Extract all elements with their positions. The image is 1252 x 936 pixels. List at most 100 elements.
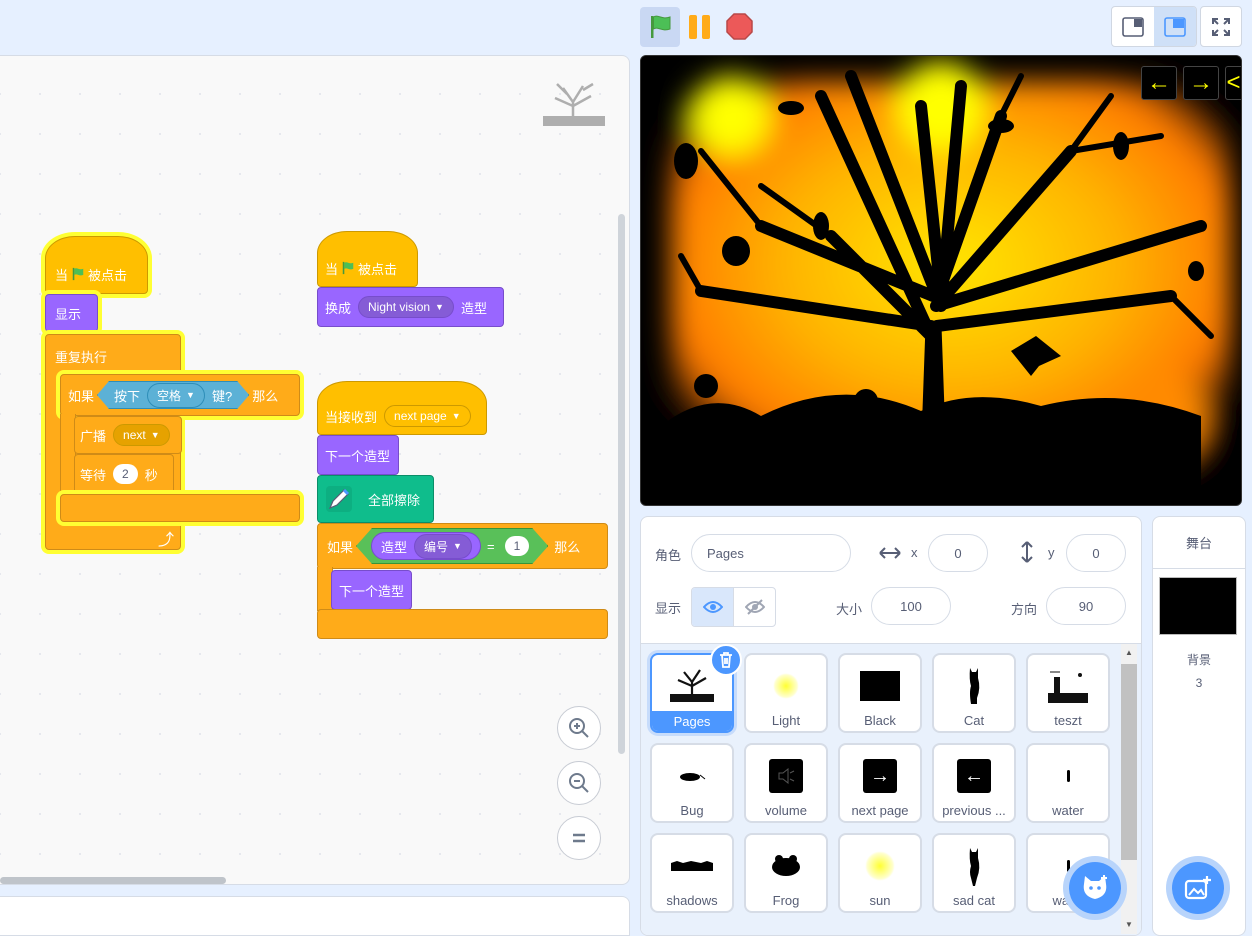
sprite-card-teszt[interactable]: teszt	[1026, 653, 1110, 733]
direction-field[interactable]: 90	[1046, 587, 1126, 625]
sprite-card-water[interactable]: water	[1026, 743, 1110, 823]
sprite-card-frog[interactable]: Frog	[744, 833, 828, 913]
backdrop-thumbnail[interactable]	[1159, 577, 1237, 635]
when-receive-hat[interactable]: 当接收到 next page ▼	[317, 381, 487, 435]
sprite-card-previous[interactable]: ← previous ...	[932, 743, 1016, 823]
size-field[interactable]: 100	[871, 587, 951, 625]
green-flag-button[interactable]	[640, 7, 680, 47]
erase-all-text: 全部擦除	[368, 492, 421, 508]
wait-unit-text: 秒	[144, 467, 158, 483]
then-text: 那么	[554, 539, 581, 555]
switch-costume-block[interactable]: 换成 Night vision ▼ 造型	[317, 287, 504, 327]
x-value: 0	[954, 545, 962, 561]
sprite-thumb-previous: ←	[944, 751, 1004, 801]
costume-number-reporter[interactable]: 造型 编号 ▼	[371, 532, 481, 560]
sprite-list-scrollbar[interactable]	[1121, 664, 1137, 860]
forever-text: 重复执行	[55, 350, 108, 365]
sprite-thumb-volume	[756, 751, 816, 801]
costume-prop-dropdown[interactable]: 编号 ▼	[414, 534, 472, 559]
if-end-cap	[60, 494, 300, 522]
sprite-card-sad-cat[interactable]: sad cat	[932, 833, 1016, 913]
workspace-horizontal-scrollbar[interactable]	[0, 877, 226, 884]
x-field[interactable]: 0	[928, 534, 988, 572]
sprite-thumb-water	[1038, 751, 1098, 801]
dropdown-arrow-icon: ▼	[150, 430, 160, 440]
key-value: 空格	[157, 388, 182, 403]
key-dropdown[interactable]: 空格 ▼	[147, 383, 205, 408]
equals-operator[interactable]: 造型 编号 ▼ = 1	[356, 528, 548, 564]
zoom-reset-button[interactable]	[557, 816, 601, 860]
stage-arrow-volume[interactable]: <	[1225, 66, 1241, 100]
stage-arrow-right[interactable]: →	[1183, 66, 1219, 100]
show-block[interactable]: 显示	[45, 294, 98, 332]
show-visible-button[interactable]	[692, 588, 733, 626]
sprite-card-light[interactable]: Light	[744, 653, 828, 733]
if-key-pressed-block[interactable]: 如果 按下 空格 ▼ 键? 那么	[60, 374, 300, 416]
switch-text: 换成	[325, 300, 352, 316]
broadcast-message-value: next	[123, 428, 146, 442]
sprite-name: Black	[864, 713, 896, 728]
delete-sprite-button[interactable]	[710, 644, 742, 676]
image-plus-icon	[1184, 876, 1211, 900]
wait-seconds-input[interactable]: 2	[113, 464, 138, 484]
sprite-name: Bug	[680, 803, 704, 818]
equals-value-input[interactable]: 1	[505, 536, 530, 556]
sprite-card-black[interactable]: Black	[838, 653, 922, 733]
broadcast-block[interactable]: 广播 next ▼	[74, 416, 182, 454]
stop-button[interactable]	[726, 13, 753, 40]
code-workspace[interactable]: 当 被点击 显示 重复执行 如果 按下 空格 ▼ 键? 那么 广播 next ▼…	[0, 55, 630, 885]
green-flag-icon	[342, 261, 354, 275]
sprite-thumb-light	[756, 661, 816, 711]
pause-button[interactable]	[684, 13, 714, 41]
sprite-card-next-page[interactable]: → next page	[838, 743, 922, 823]
message-dropdown[interactable]: next page ▼	[384, 405, 471, 427]
key-pressed-text: 按下	[114, 388, 141, 404]
then-text: 那么	[252, 388, 279, 404]
next-costume-text: 下一个造型	[325, 448, 391, 464]
sprite-card-volume[interactable]: volume	[744, 743, 828, 823]
sprite-card-shadows[interactable]: shadows	[650, 833, 734, 913]
when-flag-clicked-hat[interactable]: 当 被点击	[317, 231, 418, 287]
clicked-text: 被点击	[88, 267, 128, 283]
fullscreen-icon	[1212, 17, 1230, 36]
costume-dropdown[interactable]: Night vision ▼	[358, 296, 454, 318]
next-costume-block-2[interactable]: 下一个造型	[331, 570, 412, 610]
sprite-name-field[interactable]: Pages	[691, 534, 851, 572]
zoom-in-button[interactable]	[557, 706, 601, 750]
x-label: x	[911, 545, 918, 560]
if-text: 如果	[327, 539, 354, 555]
next-costume-block[interactable]: 下一个造型	[317, 435, 399, 475]
dropdown-arrow-icon: ▼	[451, 411, 461, 421]
if-costume-number-block[interactable]: 如果 造型 编号 ▼ = 1 那么	[317, 523, 608, 569]
erase-all-block[interactable]: 全部擦除	[317, 475, 434, 523]
sprite-thumb-next-page: →	[850, 751, 910, 801]
size-label: 大小	[836, 602, 863, 617]
large-stage-button[interactable]	[1154, 7, 1196, 46]
stop-icon	[726, 13, 753, 40]
sprite-watermark-icon	[543, 82, 605, 126]
sprite-thumb-black	[850, 661, 910, 711]
when-flag-clicked-hat[interactable]: 当 被点击	[45, 236, 148, 294]
loop-arrow-icon: ⤴	[158, 532, 175, 549]
zoom-out-button[interactable]	[557, 761, 601, 805]
sprite-card-cat[interactable]: Cat	[932, 653, 1016, 733]
fullscreen-button[interactable]	[1200, 6, 1242, 47]
wait-block[interactable]: 等待 2 秒	[74, 454, 174, 494]
hide-button[interactable]	[733, 588, 775, 626]
small-stage-button[interactable]	[1112, 7, 1154, 46]
sprite-card-sun[interactable]: sun	[838, 833, 922, 913]
stage-arrow-left[interactable]: ←	[1141, 66, 1177, 100]
stage-canvas[interactable]: ← → <	[640, 55, 1242, 506]
add-sprite-button[interactable]	[1069, 862, 1121, 914]
dropdown-arrow-icon: ▼	[453, 541, 462, 551]
broadcast-message-dropdown[interactable]: next ▼	[113, 424, 170, 446]
workspace-vertical-scrollbar[interactable]	[618, 214, 625, 754]
sprite-name: Light	[771, 713, 801, 728]
add-backdrop-button[interactable]	[1172, 862, 1224, 914]
zoom-in-icon	[569, 718, 589, 738]
y-field[interactable]: 0	[1066, 534, 1126, 572]
sprite-card-bug[interactable]: Bug	[650, 743, 734, 823]
key-pressed-condition[interactable]: 按下 空格 ▼ 键?	[97, 381, 249, 409]
direction-value: 90	[1078, 598, 1094, 614]
stage-panel-title: 舞台	[1153, 517, 1245, 569]
